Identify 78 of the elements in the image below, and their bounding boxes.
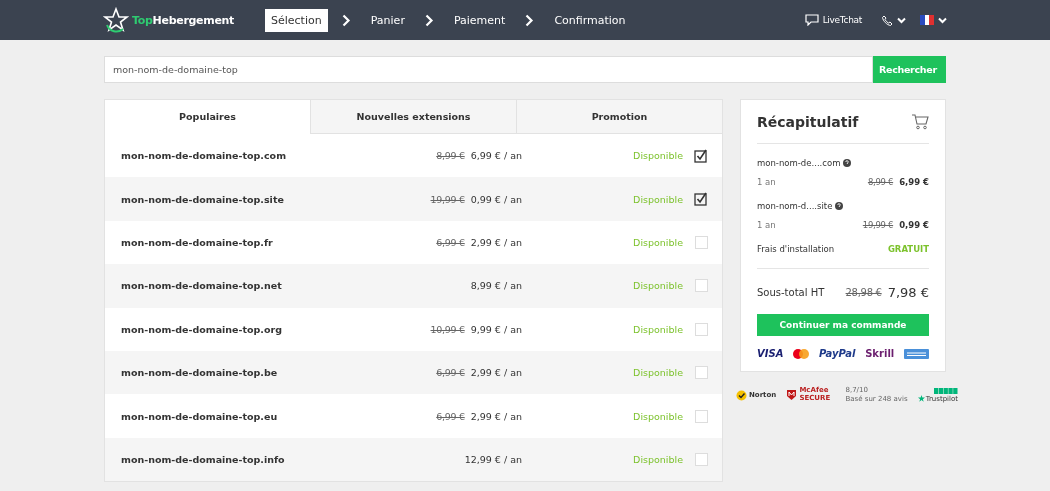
domain-name: mon-nom-de-domaine-top.org	[121, 323, 283, 335]
subtotal-price: 7,98 €	[887, 285, 929, 300]
rating-stars-icon	[934, 387, 958, 394]
availability-status: Disponible	[632, 193, 683, 205]
availability-status: Disponible	[632, 410, 683, 422]
summary-title: Récapitulatif	[757, 114, 859, 130]
domain-name: mon-nom-de-domaine-top.com	[121, 150, 288, 162]
item-period: 1 an	[757, 177, 776, 187]
language-menu-button[interactable]	[920, 15, 947, 25]
price: 2,99 € / an	[470, 236, 522, 248]
price: 2,99 € / an	[470, 410, 522, 422]
old-price: 8,99 €	[867, 177, 894, 187]
domain-checkbox[interactable]	[694, 192, 708, 207]
availability-status: Disponible	[632, 367, 683, 379]
shield-m-icon	[786, 389, 798, 402]
availability-status: Disponible	[632, 453, 683, 465]
item-price: 0,99 €	[899, 220, 929, 230]
item-period: 1 an	[757, 220, 776, 230]
old-price: 6,99 €	[436, 236, 465, 248]
availability-status: Disponible	[632, 280, 683, 292]
domain-checkbox[interactable]	[694, 148, 708, 163]
amex-logo-icon	[904, 348, 929, 359]
domain-name: mon-nom-de-domaine-top.eu	[121, 410, 279, 422]
fee-value: GRATUIT	[887, 244, 929, 254]
old-price: 19,99 €	[862, 220, 894, 230]
domain-name: mon-nom-de-domaine-top.be	[121, 367, 279, 379]
domain-name: mon-nom-de-domaine-top.site	[121, 193, 285, 205]
extension-tab[interactable]: Promotion	[516, 100, 722, 134]
old-price: 6,99 €	[436, 410, 465, 422]
availability-status: Disponible	[632, 323, 683, 335]
old-price: 6,99 €	[436, 367, 465, 379]
paypal-logo: PayPal	[818, 348, 856, 359]
availability-status: Disponible	[632, 150, 683, 162]
old-price: 8,99 €	[436, 150, 465, 162]
chevron-right-icon	[424, 13, 434, 27]
domain-name: mon-nom-de-domaine-top.net	[121, 280, 283, 292]
caret-down-icon	[897, 16, 906, 24]
cart-icon	[911, 114, 929, 130]
price: 9,99 € / an	[470, 323, 522, 335]
star-icon	[917, 395, 925, 403]
subtotal-label: Sous-total HT	[757, 287, 825, 298]
chevron-right-icon	[341, 13, 351, 27]
skrill-logo: Skrill	[865, 348, 895, 359]
logo-text: TopHebergement	[132, 13, 235, 27]
help-icon[interactable]	[843, 159, 852, 167]
mastercard-logo-icon	[793, 348, 810, 359]
step-tab[interactable]: Confirmation	[548, 8, 632, 32]
domain-search-field[interactable]: mon-nom-de-domaine-top	[104, 56, 873, 83]
item-name: mon-nom-de....com	[757, 158, 841, 168]
flag-icon	[920, 15, 934, 25]
phone-menu-button[interactable]	[882, 14, 906, 26]
price: 8,99 € / an	[470, 280, 522, 292]
chevron-right-icon	[525, 13, 535, 27]
fee-label: Frais d'installation	[757, 244, 835, 254]
step-tab[interactable]: Panier	[364, 8, 411, 32]
item-price: 6,99 €	[899, 177, 929, 187]
old-price: 19,99 €	[430, 193, 465, 205]
domain-name: mon-nom-de-domaine-top.fr	[121, 236, 274, 248]
step-tab[interactable]: Sélection	[265, 8, 328, 32]
star-logo-icon	[103, 7, 129, 33]
price: 6,99 € / an	[470, 150, 522, 162]
extension-tab[interactable]: Nouvelles extensions	[310, 100, 516, 134]
old-price: 28,98 €	[845, 287, 882, 298]
checkmark-badge-icon	[736, 389, 747, 401]
price: 0,99 € / an	[470, 193, 522, 205]
step-tab[interactable]: Paiement	[447, 8, 512, 32]
availability-status: Disponible	[632, 236, 683, 248]
price: 12,99 € / an	[464, 453, 522, 465]
live-chat-button[interactable]: LiveTchat	[798, 13, 868, 27]
price: 2,99 € / an	[470, 367, 522, 379]
phone-icon	[882, 14, 893, 26]
item-name: mon-nom-d....site	[757, 201, 833, 211]
chat-bubble-icon	[804, 14, 819, 26]
visa-logo: VISA	[757, 348, 784, 359]
old-price: 10,99 €	[430, 323, 465, 335]
domain-name: mon-nom-de-domaine-top.info	[121, 453, 286, 465]
caret-down-icon	[938, 16, 947, 24]
help-icon[interactable]	[835, 202, 844, 210]
